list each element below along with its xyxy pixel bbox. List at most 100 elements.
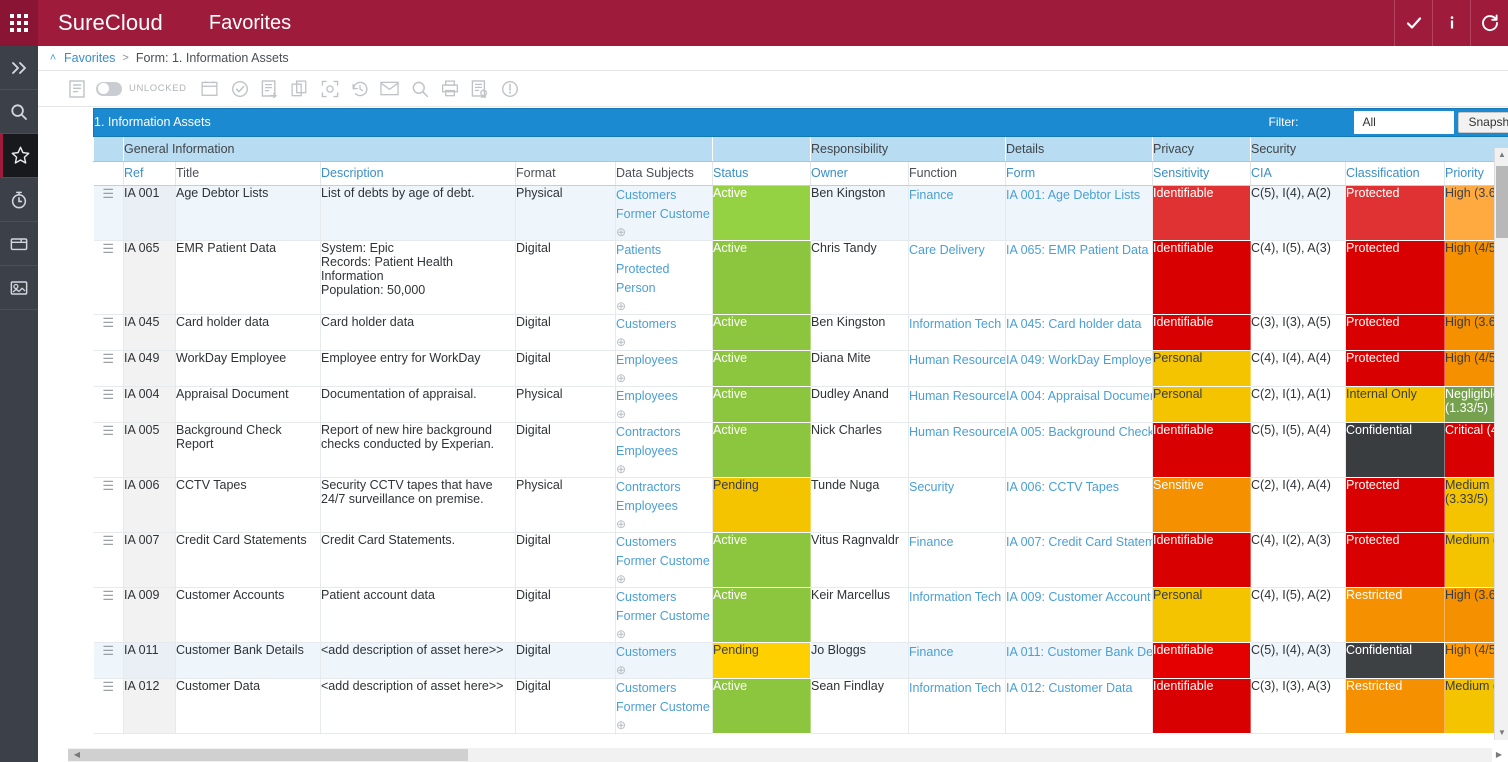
form-link[interactable]: IA 045: Card holder data bbox=[1006, 315, 1152, 334]
cell-owner[interactable]: Nick Charles bbox=[810, 422, 909, 478]
cell-description[interactable]: <add description of asset here>> bbox=[320, 678, 516, 734]
info-icon[interactable] bbox=[1432, 0, 1470, 46]
cell-classification[interactable]: Restricted bbox=[1345, 587, 1445, 643]
check-icon[interactable] bbox=[1394, 0, 1432, 46]
add-data-subject-icon[interactable]: ⊕ bbox=[616, 627, 626, 641]
print-icon[interactable] bbox=[435, 74, 465, 104]
cell-status[interactable]: Active bbox=[712, 314, 811, 351]
data-subject-link[interactable]: Protected Person bbox=[616, 260, 712, 298]
data-subject-link[interactable]: Employees bbox=[616, 497, 712, 516]
table-row[interactable]: ☰ IA 011 Customer Bank Details <add descrip… bbox=[93, 642, 1508, 679]
cell-form[interactable]: IA 007: Credit Card Statem bbox=[1005, 532, 1153, 588]
data-subject-link[interactable]: Patients bbox=[616, 241, 712, 260]
cell-format[interactable]: Physical bbox=[515, 477, 616, 533]
cell-cia[interactable]: C(5), I(4), A(3) bbox=[1250, 642, 1346, 679]
table-row[interactable]: ☰ IA 049 WorkDay Employee Employee entry fo… bbox=[93, 350, 1508, 387]
cell-function[interactable]: Human Resource bbox=[908, 386, 1006, 423]
add-data-subject-icon[interactable]: ⊕ bbox=[616, 718, 626, 732]
table-row[interactable]: ☰ IA 012 Customer Data <add description of … bbox=[93, 678, 1508, 734]
vertical-scrollbar-thumb[interactable] bbox=[1496, 166, 1508, 238]
dashboard-icon[interactable] bbox=[0, 266, 38, 310]
table-row[interactable]: ☰ IA 007 Credit Card Statements Credit Card… bbox=[93, 532, 1508, 588]
cell-form[interactable]: IA 049: WorkDay Employee bbox=[1005, 350, 1153, 387]
cell-form[interactable]: IA 001: Age Debtor Lists bbox=[1005, 185, 1153, 241]
data-subject-link[interactable]: Contractors bbox=[616, 478, 712, 497]
cell-data-subjects[interactable]: Customers Former Custome ⊕ bbox=[615, 185, 713, 241]
data-subject-link[interactable]: Employees bbox=[616, 442, 712, 461]
cell-form[interactable]: IA 012: Customer Data bbox=[1005, 678, 1153, 734]
cell-sensitivity[interactable]: Identifiable bbox=[1152, 185, 1251, 241]
cell-cia[interactable]: C(4), I(2), A(3) bbox=[1250, 532, 1346, 588]
snapshot-button[interactable]: Snapshot bbox=[1458, 112, 1508, 133]
breadcrumb-link-favorites[interactable]: Favorites bbox=[64, 51, 115, 65]
history-icon[interactable] bbox=[345, 74, 375, 104]
cell-owner[interactable]: Chris Tandy bbox=[810, 240, 909, 315]
form-link[interactable]: IA 065: EMR Patient Data bbox=[1006, 241, 1152, 260]
cell-sensitivity[interactable]: Identifiable bbox=[1152, 678, 1251, 734]
cell-classification[interactable]: Protected bbox=[1345, 350, 1445, 387]
cell-function[interactable]: Information Tech bbox=[908, 314, 1006, 351]
cell-title[interactable]: Age Debtor Lists bbox=[175, 185, 321, 241]
function-link[interactable]: Information Tech bbox=[909, 315, 1005, 334]
cell-title[interactable]: Card holder data bbox=[175, 314, 321, 351]
cell-classification[interactable]: Protected bbox=[1345, 185, 1445, 241]
cell-sensitivity[interactable]: Identifiable bbox=[1152, 314, 1251, 351]
timer-icon[interactable] bbox=[0, 178, 38, 222]
row-drag-handle-icon[interactable]: ☰ bbox=[93, 678, 124, 734]
cell-title[interactable]: CCTV Tapes bbox=[175, 477, 321, 533]
cell-classification[interactable]: Protected bbox=[1345, 532, 1445, 588]
search-icon[interactable] bbox=[0, 90, 38, 134]
cell-title[interactable]: WorkDay Employee bbox=[175, 350, 321, 387]
refresh-icon[interactable] bbox=[1470, 0, 1508, 46]
function-link[interactable]: Care Delivery bbox=[909, 241, 1005, 260]
column-header-data-subjects[interactable]: Data Subjects bbox=[615, 161, 713, 186]
function-link[interactable]: Finance bbox=[909, 186, 1005, 205]
cell-cia[interactable]: C(2), I(1), A(1) bbox=[1250, 386, 1346, 423]
cell-function[interactable]: Human Resource bbox=[908, 350, 1006, 387]
cell-description[interactable]: Security CCTV tapes that have 24/7 surve… bbox=[320, 477, 516, 533]
cell-status[interactable]: Pending bbox=[712, 642, 811, 679]
brand-logo[interactable]: SureCloud bbox=[58, 10, 163, 36]
focus-icon[interactable] bbox=[315, 74, 345, 104]
cell-function[interactable]: Finance bbox=[908, 532, 1006, 588]
function-link[interactable]: Security bbox=[909, 478, 1005, 497]
cell-format[interactable]: Physical bbox=[515, 185, 616, 241]
function-link[interactable]: Finance bbox=[909, 643, 1005, 662]
cell-status[interactable]: Active bbox=[712, 386, 811, 423]
collapse-header-icon[interactable]: ˄ bbox=[42, 52, 64, 64]
cell-function[interactable]: Finance bbox=[908, 642, 1006, 679]
notes-icon[interactable] bbox=[255, 74, 285, 104]
cell-function[interactable]: Human Resource bbox=[908, 422, 1006, 478]
vertical-scrollbar[interactable]: ▲ ▼ bbox=[1494, 148, 1508, 740]
cell-sensitivity[interactable]: Identifiable bbox=[1152, 422, 1251, 478]
app-launcher-icon[interactable] bbox=[0, 0, 38, 46]
cell-format[interactable]: Digital bbox=[515, 642, 616, 679]
table-row[interactable]: ☰ IA 009 Customer Accounts Patient account … bbox=[93, 587, 1508, 643]
cell-description[interactable]: System: Epic Records: Patient Health Info… bbox=[320, 240, 516, 315]
cell-status[interactable]: Active bbox=[712, 532, 811, 588]
cell-description[interactable]: Patient account data bbox=[320, 587, 516, 643]
cell-cia[interactable]: C(2), I(4), A(4) bbox=[1250, 477, 1346, 533]
data-subject-link[interactable]: Customers bbox=[616, 533, 712, 552]
cell-classification[interactable]: Confidential bbox=[1345, 422, 1445, 478]
data-subject-link[interactable]: Employees bbox=[616, 387, 712, 406]
add-data-subject-icon[interactable]: ⊕ bbox=[616, 517, 626, 531]
data-subject-link[interactable]: Customers bbox=[616, 588, 712, 607]
cell-data-subjects[interactable]: Contractors Employees ⊕ bbox=[615, 477, 713, 533]
cell-description[interactable]: Documentation of appraisal. bbox=[320, 386, 516, 423]
cell-owner[interactable]: Ben Kingston bbox=[810, 314, 909, 351]
add-data-subject-icon[interactable]: ⊕ bbox=[616, 572, 626, 586]
data-subject-link[interactable]: Former Custome bbox=[616, 698, 712, 717]
cell-title[interactable]: Customer Accounts bbox=[175, 587, 321, 643]
cell-function[interactable]: Finance bbox=[908, 185, 1006, 241]
info-icon[interactable] bbox=[495, 74, 525, 104]
form-link[interactable]: IA 004: Appraisal Document bbox=[1006, 387, 1152, 406]
column-header-description[interactable]: Description bbox=[320, 161, 516, 186]
cell-sensitivity[interactable]: Personal bbox=[1152, 386, 1251, 423]
cell-description[interactable]: Card holder data bbox=[320, 314, 516, 351]
cell-form[interactable]: IA 045: Card holder data bbox=[1005, 314, 1153, 351]
cell-owner[interactable]: Dudley Anand bbox=[810, 386, 909, 423]
cell-function[interactable]: Information Tech bbox=[908, 587, 1006, 643]
form-link[interactable]: IA 012: Customer Data bbox=[1006, 679, 1152, 698]
cell-classification[interactable]: Internal Only bbox=[1345, 386, 1445, 423]
